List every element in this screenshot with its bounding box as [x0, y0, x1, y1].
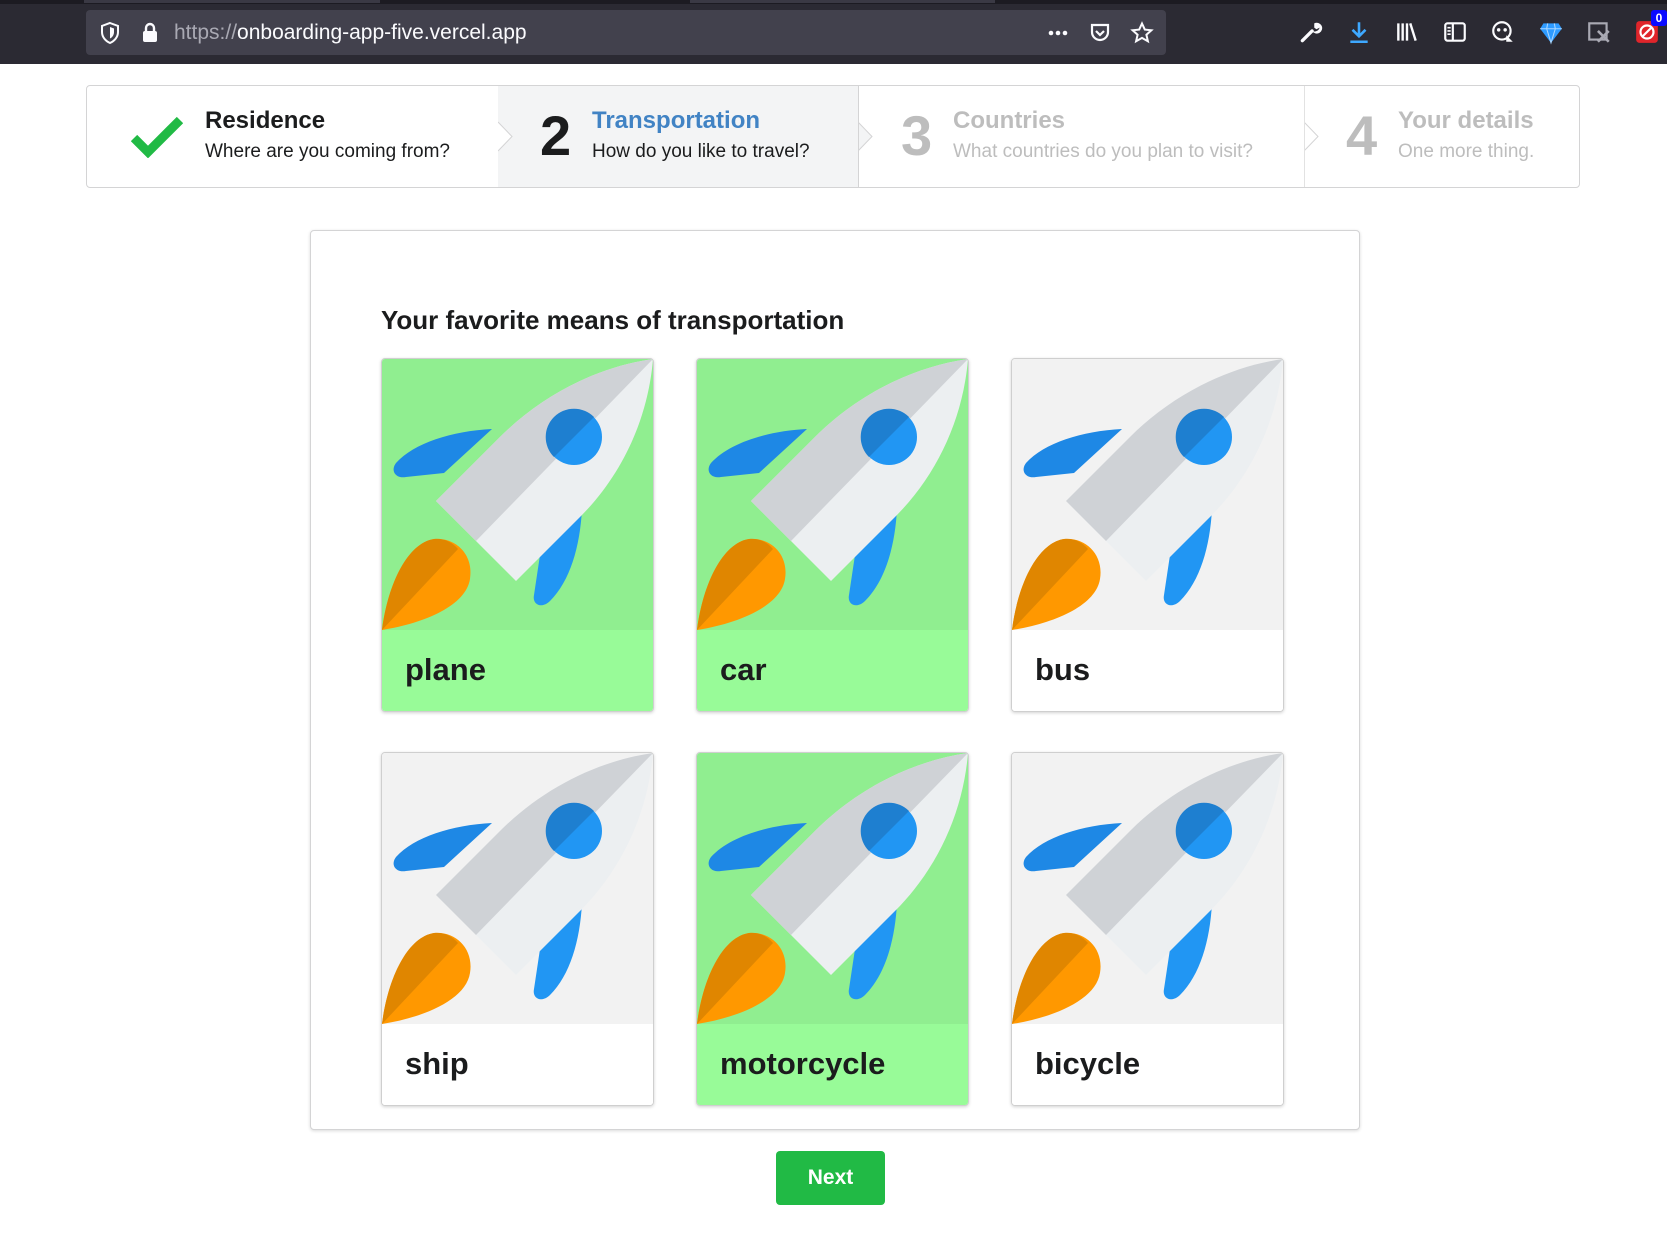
diamond-extension-icon[interactable] — [1538, 19, 1564, 45]
shield-icon[interactable] — [98, 21, 122, 45]
step-number: 3 — [901, 104, 933, 167]
option-label: plane — [405, 652, 486, 687]
step-indicator: Residence Where are you coming from? 2 T… — [86, 85, 1580, 188]
url-text[interactable]: https://onboarding-app-five.vercel.app — [174, 21, 527, 45]
option-plane[interactable]: plane — [381, 358, 654, 712]
next-button[interactable]: Next — [776, 1151, 885, 1205]
option-label: bicycle — [1035, 1046, 1141, 1081]
rocket-icon — [382, 753, 653, 1024]
option-motorcycle[interactable]: motorcycle — [696, 752, 969, 1106]
option-label-bar: bus — [1012, 630, 1283, 711]
tab-strip — [0, 0, 1667, 4]
step-number: 4 — [1346, 104, 1378, 167]
option-bus[interactable]: bus — [1011, 358, 1284, 712]
rocket-icon — [697, 753, 968, 1024]
step-divider — [858, 121, 873, 152]
option-label: bus — [1035, 652, 1091, 687]
option-ship[interactable]: ship — [381, 752, 654, 1106]
extension-badge: 0 — [1651, 10, 1667, 26]
option-label-bar: bicycle — [1012, 1024, 1283, 1105]
rocket-icon — [382, 359, 653, 630]
step-title: Your details — [1398, 107, 1534, 134]
lock-icon[interactable] — [138, 21, 162, 45]
step-countries[interactable]: 3 Countries What countries do you plan t… — [858, 86, 1304, 187]
step-your-details[interactable]: 4 Your details One more thing. — [1304, 86, 1579, 187]
option-label: car — [720, 652, 767, 687]
privacy-extension-icon[interactable] — [1490, 19, 1516, 45]
step-separator — [1304, 86, 1305, 187]
option-label-bar: motorcycle — [697, 1024, 968, 1105]
option-image — [697, 359, 968, 630]
url-host: onboarding-app-five.vercel.app — [237, 21, 527, 44]
step-description: How do you like to travel? — [592, 141, 810, 162]
page-heading: Your favorite means of transportation — [381, 305, 845, 335]
step-description: One more thing. — [1398, 141, 1535, 162]
option-label-bar: car — [697, 630, 968, 711]
bookmark-star-icon[interactable] — [1130, 21, 1154, 45]
step-title: Countries — [953, 107, 1066, 134]
step-divider — [498, 121, 513, 152]
option-car[interactable]: car — [696, 358, 969, 712]
step-residence[interactable]: Residence Where are you coming from? — [87, 86, 498, 187]
rocket-icon — [1012, 359, 1283, 630]
rocket-icon — [697, 359, 968, 630]
sidebar-icon[interactable] — [1442, 19, 1468, 45]
option-image — [1012, 753, 1283, 1024]
url-bar[interactable]: https://onboarding-app-five.vercel.app — [86, 10, 1166, 55]
wrench-icon[interactable] — [1298, 19, 1324, 45]
step-title: Residence — [205, 107, 326, 134]
checkmark-icon — [131, 116, 183, 158]
option-label: motorcycle — [720, 1046, 886, 1081]
step-title: Transportation — [592, 107, 761, 134]
browser-toolbar: https://onboarding-app-five.vercel.app 0 — [0, 0, 1667, 64]
option-image — [382, 359, 653, 630]
step-divider — [1304, 121, 1319, 152]
step-description: What countries do you plan to visit? — [953, 141, 1253, 162]
option-label-bar: plane — [382, 630, 653, 711]
download-icon[interactable] — [1346, 19, 1372, 45]
option-label-bar: ship — [382, 1024, 653, 1105]
option-image — [697, 753, 968, 1024]
library-icon[interactable] — [1394, 19, 1420, 45]
step-transportation[interactable]: 2 Transportation How do you like to trav… — [498, 86, 858, 187]
option-image — [1012, 359, 1283, 630]
option-bicycle[interactable]: bicycle — [1011, 752, 1284, 1106]
tab[interactable] — [690, 0, 995, 3]
pocket-icon[interactable] — [1088, 21, 1112, 45]
step-description: Where are you coming from? — [205, 141, 450, 162]
more-actions-icon[interactable] — [1046, 21, 1070, 45]
url-scheme: https:// — [174, 21, 238, 44]
option-label: ship — [405, 1046, 469, 1081]
screenshot-extension-icon[interactable] — [1586, 19, 1612, 45]
rocket-icon — [1012, 753, 1283, 1024]
step-number: 2 — [540, 104, 572, 167]
tab[interactable] — [84, 0, 380, 3]
option-image — [382, 753, 653, 1024]
step-separator — [858, 86, 859, 187]
